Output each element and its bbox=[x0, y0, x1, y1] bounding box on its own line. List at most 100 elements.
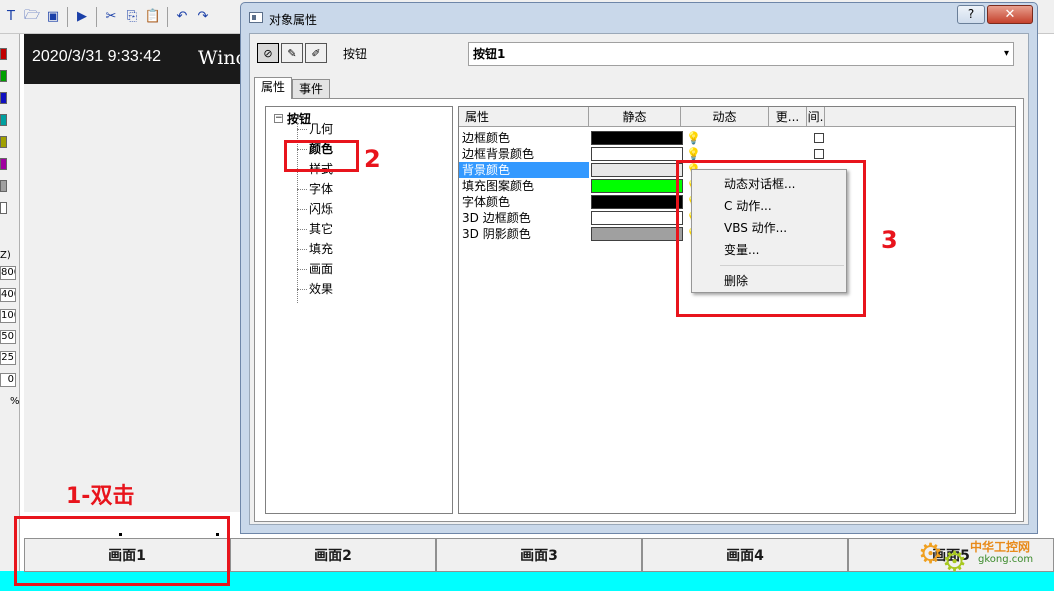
zoom-value-0[interactable]: 800 bbox=[0, 266, 16, 280]
pipette-copy-icon[interactable]: ✐ bbox=[305, 43, 327, 63]
gear-icon: ⚙ bbox=[942, 545, 968, 578]
gear-icon: ⚙ bbox=[918, 537, 944, 570]
row-name: 字体颜色 bbox=[462, 195, 511, 209]
toolbar-separator bbox=[96, 6, 97, 27]
zoom-value-2[interactable]: 100 bbox=[0, 309, 16, 323]
header-static[interactable]: 静态 bbox=[589, 107, 681, 127]
tree-item-other[interactable]: 其它 bbox=[297, 220, 333, 238]
row-name: 边框颜色 bbox=[462, 131, 511, 145]
dialog-body: ⊘ ✎ ✐ 按钮 按钮1 ▾ 属性 事件 − 按钮 几何 颜色 样式 字体 闪烁… bbox=[249, 33, 1029, 525]
annotation-label-3: 3 bbox=[881, 226, 898, 254]
color-swatch-6[interactable] bbox=[0, 180, 7, 192]
static-color-cell[interactable] bbox=[591, 163, 683, 177]
dialog-title: 对象属性 bbox=[269, 13, 318, 27]
zoom-label: Z) bbox=[0, 250, 11, 261]
color-swatch-0[interactable] bbox=[0, 48, 7, 60]
static-color-cell[interactable] bbox=[591, 147, 683, 161]
row-name: 边框背景颜色 bbox=[462, 147, 535, 161]
annotation-box-3 bbox=[676, 160, 866, 317]
redo-icon[interactable]: ↷ bbox=[194, 8, 212, 26]
collapse-icon[interactable]: − bbox=[274, 114, 283, 123]
lightbulb-icon[interactable]: 💡 bbox=[686, 147, 701, 161]
save-icon[interactable]: ▣ bbox=[44, 8, 62, 26]
grid-row[interactable]: 3D 边框颜色 bbox=[459, 210, 685, 226]
grid-header: 属性 静态 动态 更... 间. bbox=[459, 107, 1015, 127]
object-name-select[interactable]: 按钮1 ▾ bbox=[468, 42, 1014, 66]
copy-icon[interactable]: ⎘ bbox=[123, 8, 141, 26]
static-color-cell[interactable] bbox=[591, 211, 683, 225]
text-icon[interactable]: T bbox=[2, 8, 20, 26]
color-swatch-7[interactable] bbox=[0, 202, 7, 214]
tree-item-flash[interactable]: 闪烁 bbox=[297, 200, 333, 218]
row-name: 背景颜色 bbox=[459, 162, 589, 178]
color-swatch-4[interactable] bbox=[0, 136, 7, 148]
static-color-cell[interactable] bbox=[591, 179, 683, 193]
static-color-cell[interactable] bbox=[591, 131, 683, 145]
toolbar-separator bbox=[67, 6, 68, 27]
tree-item-fill[interactable]: 填充 bbox=[297, 240, 333, 258]
close-button[interactable]: ✕ bbox=[987, 5, 1033, 24]
row-name: 3D 边框颜色 bbox=[462, 211, 531, 225]
screen-button-4[interactable]: 画面4 bbox=[642, 538, 848, 572]
zoom-value-4[interactable]: 25 bbox=[0, 351, 16, 365]
grid-row[interactable]: 边框颜色 bbox=[459, 130, 685, 146]
header-update[interactable]: 更... bbox=[769, 107, 807, 127]
header-property[interactable]: 属性 bbox=[459, 107, 589, 127]
undo-icon[interactable]: ↶ bbox=[173, 8, 191, 26]
watermark-url: gkong.com bbox=[978, 554, 1034, 565]
paste-icon[interactable]: 📋 bbox=[144, 8, 162, 26]
dialog-titlebar[interactable]: 对象属性 ? ✕ bbox=[241, 3, 1037, 31]
toolbar-separator bbox=[167, 6, 168, 27]
object-properties-dialog: 对象属性 ? ✕ ⊘ ✎ ✐ 按钮 按钮1 ▾ 属性 事件 − 按钮 几何 颜色… bbox=[240, 2, 1038, 534]
tree-item-font[interactable]: 字体 bbox=[297, 180, 333, 198]
grid-row[interactable]: 边框背景颜色 bbox=[459, 146, 685, 162]
zoom-unit: % bbox=[10, 396, 20, 407]
tree-item-picture[interactable]: 画面 bbox=[297, 260, 333, 278]
indirect-checkbox[interactable] bbox=[814, 133, 824, 143]
help-button[interactable]: ? bbox=[957, 5, 985, 24]
color-swatch-1[interactable] bbox=[0, 70, 7, 82]
grid-row[interactable]: 字体颜色 bbox=[459, 194, 685, 210]
static-color-cell[interactable] bbox=[591, 227, 683, 241]
annotation-box-2 bbox=[284, 140, 359, 172]
watermark-text: 中华工控网 bbox=[970, 540, 1031, 554]
indirect-checkbox[interactable] bbox=[814, 149, 824, 159]
color-swatch-2[interactable] bbox=[0, 92, 7, 104]
datetime-display: 2020/3/31 9:33:42 bbox=[32, 48, 162, 65]
lightbulb-icon[interactable]: 💡 bbox=[686, 131, 701, 145]
play-icon[interactable]: ▶ bbox=[73, 8, 91, 26]
color-swatch-3[interactable] bbox=[0, 114, 7, 126]
zoom-value-5[interactable]: 0 bbox=[0, 373, 16, 387]
grid-row[interactable]: 3D 阴影颜色 bbox=[459, 226, 685, 242]
annotation-label-2: 2 bbox=[364, 145, 381, 173]
grid-row[interactable]: 填充图案颜色 bbox=[459, 178, 685, 194]
annotation-label-1: 1-双击 bbox=[66, 484, 135, 509]
tree-item-effects[interactable]: 效果 bbox=[297, 280, 333, 298]
tab-events[interactable]: 事件 bbox=[292, 79, 331, 99]
tab-properties[interactable]: 属性 bbox=[254, 77, 293, 99]
pipette-icon[interactable]: ✎ bbox=[281, 43, 303, 63]
static-color-cell[interactable] bbox=[591, 195, 683, 209]
watermark-logo: ⚙ ⚙ 中华工控网 gkong.com bbox=[918, 534, 1048, 580]
chevron-down-icon[interactable]: ▾ bbox=[1004, 43, 1009, 65]
tree-item-geometry[interactable]: 几何 bbox=[297, 120, 333, 138]
row-name: 填充图案颜色 bbox=[462, 179, 535, 193]
header-indirect[interactable]: 间. bbox=[807, 107, 825, 127]
open-folder-icon[interactable]: 🗁 bbox=[23, 8, 41, 26]
cut-icon[interactable]: ✂ bbox=[102, 8, 120, 26]
canvas-grey-area bbox=[24, 84, 246, 512]
header-dynamic[interactable]: 动态 bbox=[681, 107, 769, 127]
pin-icon[interactable]: ⊘ bbox=[257, 43, 279, 63]
object-type-label: 按钮 bbox=[343, 47, 368, 61]
color-swatch-5[interactable] bbox=[0, 158, 7, 170]
mode-button-group: ⊘ ✎ ✐ bbox=[257, 43, 333, 65]
window-label: Winc bbox=[198, 47, 247, 69]
row-name: 3D 阴影颜色 bbox=[462, 227, 531, 241]
screen-button-3[interactable]: 画面3 bbox=[436, 538, 642, 572]
zoom-value-3[interactable]: 50 bbox=[0, 330, 16, 344]
grid-row-selected[interactable]: 背景颜色 bbox=[459, 162, 685, 178]
zoom-value-1[interactable]: 400 bbox=[0, 288, 16, 302]
screen-button-2[interactable]: 画面2 bbox=[230, 538, 436, 572]
object-name-value: 按钮1 bbox=[473, 47, 506, 61]
left-panel: Z) 800 400 100 50 25 0 % bbox=[0, 34, 20, 591]
